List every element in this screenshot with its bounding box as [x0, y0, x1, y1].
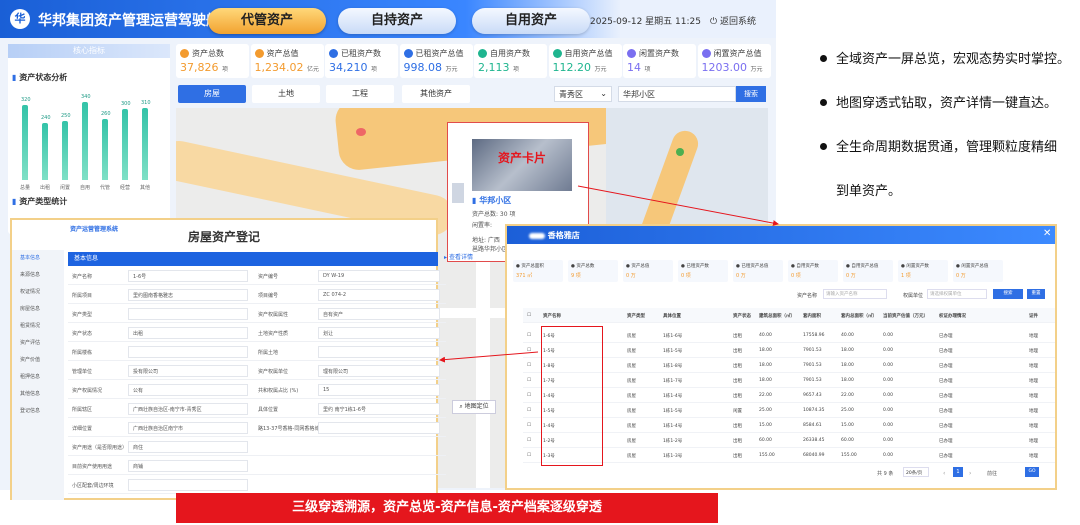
bullet-overview: 全域资产一屏总览，宏观态势实时掌控。 [820, 48, 1070, 67]
bullet-dot-icon [820, 99, 827, 106]
bullet-map-drill: 地图穿透式钻取，资产详情一键直达。 [820, 92, 1057, 111]
bullet-lifecycle: 全生命周期数据贯通，管理颗粒度精细 [820, 136, 1057, 155]
bottom-banner: 三级穿透溯源，资产总览-资产信息-资产档案逐级穿透 [176, 493, 718, 523]
bullet-lifecycle-cont: 到单资产。 [836, 184, 902, 199]
bullet-dot-icon [820, 143, 827, 150]
bullet-dot-icon [820, 55, 827, 62]
connector-arrows [439, 185, 779, 363]
